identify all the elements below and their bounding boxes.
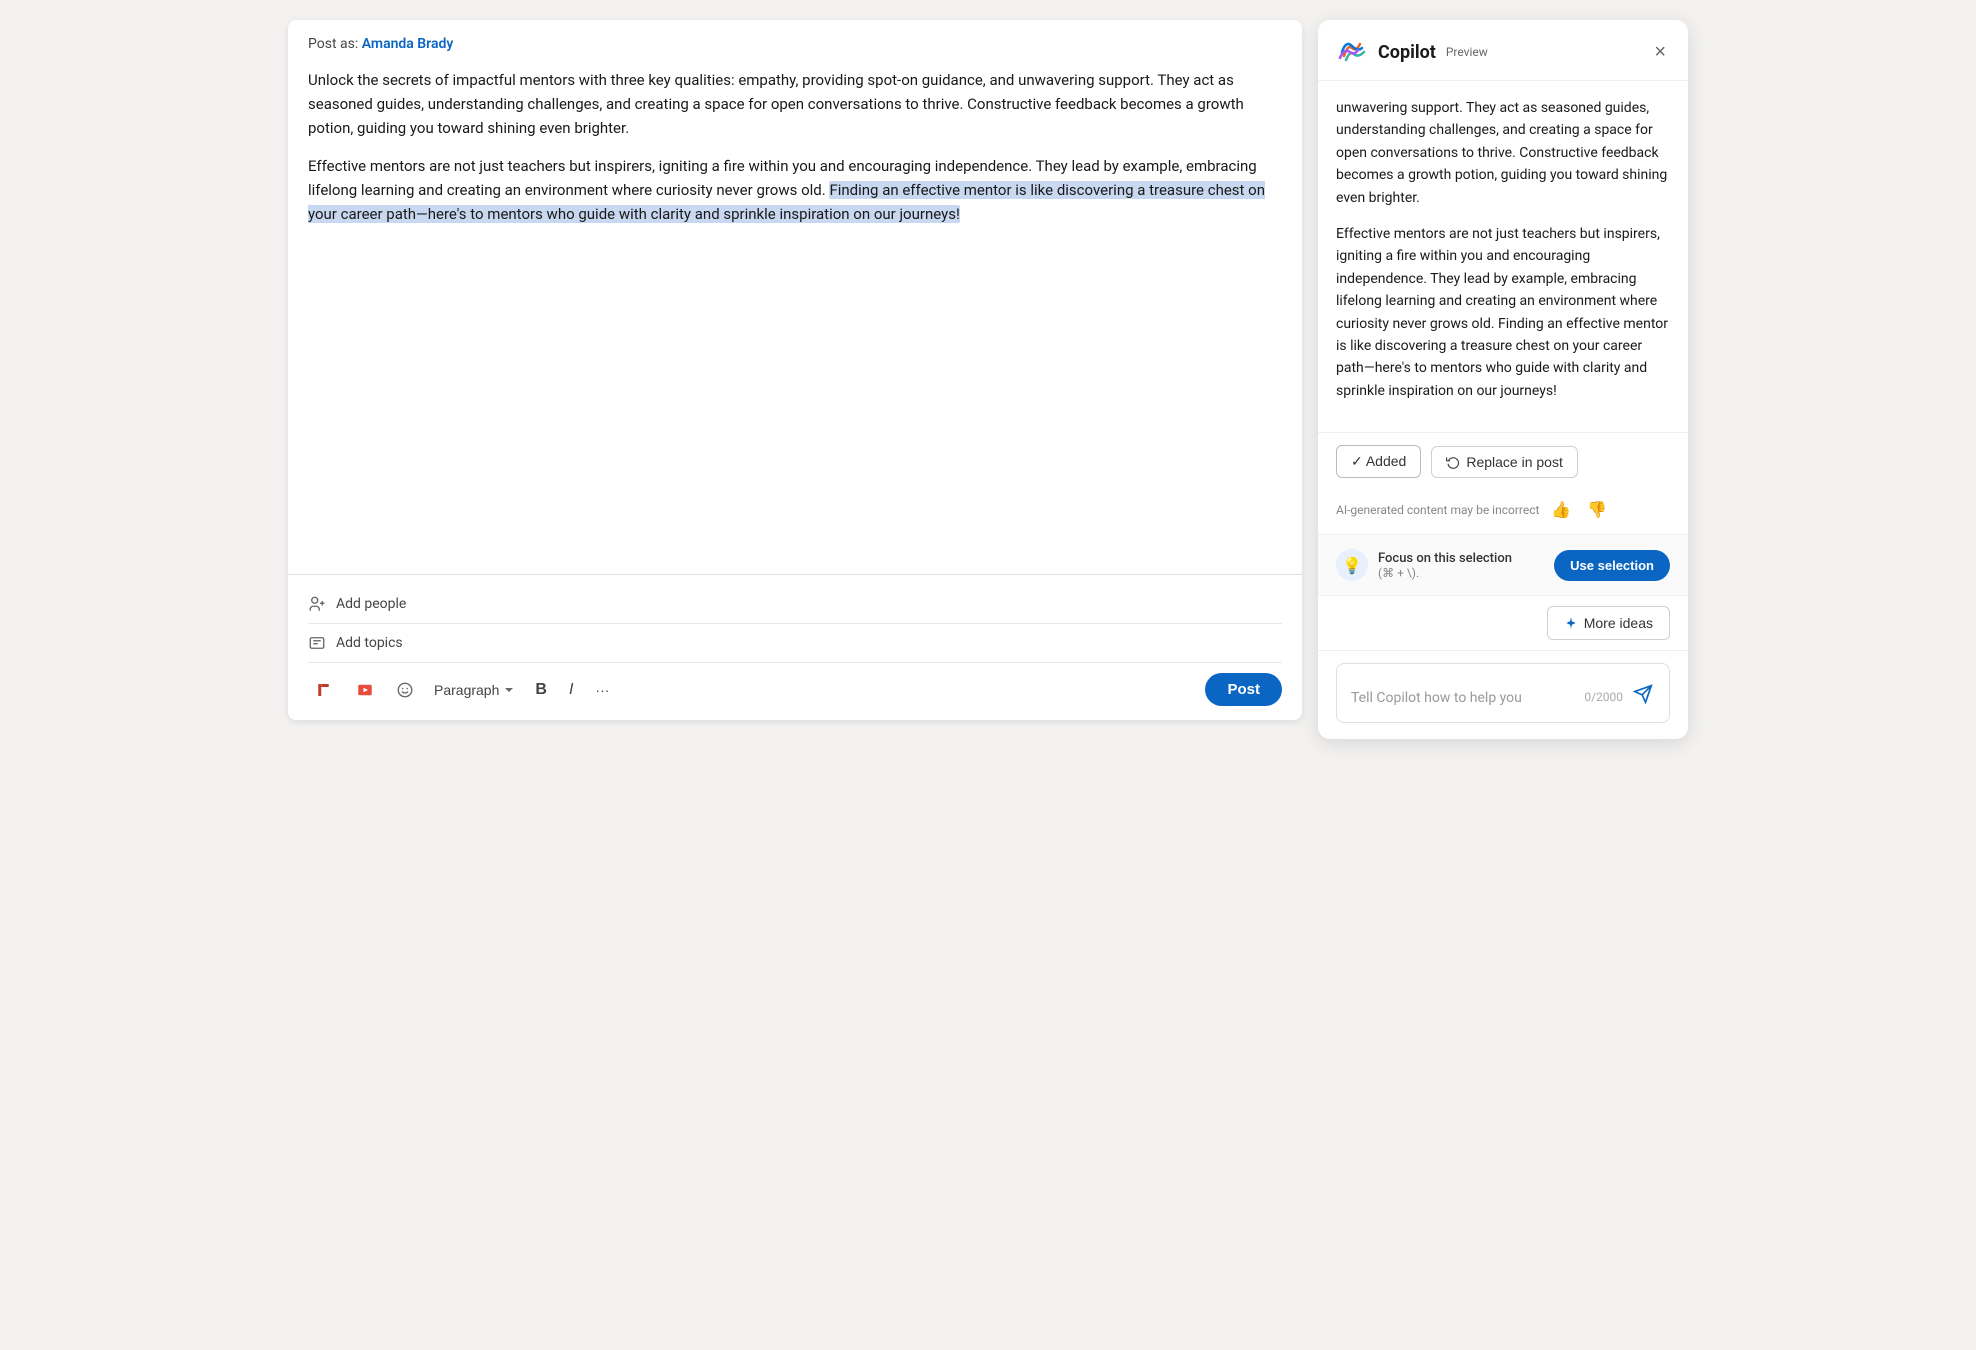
bold-button[interactable]: B (527, 675, 555, 705)
editor-panel: Post as: Amanda Brady Unlock the secrets… (288, 20, 1302, 720)
focus-shortcut: (⌘ + \). (1378, 566, 1512, 580)
editor-paragraph-2: Effective mentors are not just teachers … (308, 154, 1282, 226)
add-people-icon (308, 595, 326, 613)
more-options-button[interactable]: ··· (587, 676, 617, 704)
more-ideas-button[interactable]: More ideas (1547, 606, 1670, 640)
bulb-icon: 💡 (1336, 549, 1368, 581)
add-people-row[interactable]: Add people (308, 585, 1282, 624)
added-label: ✓ Added (1351, 453, 1406, 470)
use-selection-button[interactable]: Use selection (1554, 550, 1670, 581)
copilot-body-text2: Effective mentors are not just teachers … (1336, 223, 1670, 402)
replace-in-post-button[interactable]: Replace in post (1431, 446, 1578, 478)
add-people-label: Add people (336, 596, 406, 612)
editor-content[interactable]: Unlock the secrets of impactful mentors … (288, 60, 1302, 574)
more-label: ··· (595, 682, 609, 698)
emoji-icon[interactable] (388, 675, 422, 705)
copilot-preview-badge: Preview (1446, 45, 1488, 59)
copilot-body: unwavering support. They act as seasoned… (1318, 81, 1688, 432)
feedback-area: AI-generated content may be incorrect 👍 … (1318, 490, 1688, 534)
add-topics-row[interactable]: Add topics (308, 624, 1282, 663)
copilot-input-section: Tell Copilot how to help you 0/2000 (1318, 650, 1688, 739)
italic-label: I (569, 681, 573, 699)
send-button[interactable] (1631, 682, 1655, 712)
copilot-actions: ✓ Added Replace in post (1318, 432, 1688, 490)
focus-text-block: Focus on this selection (⌘ + \). (1378, 551, 1512, 580)
add-topics-label: Add topics (336, 635, 403, 651)
thumbs-down-button[interactable]: 👎 (1583, 498, 1611, 522)
more-ideas-section: More ideas (1318, 595, 1688, 650)
copilot-title-area: Copilot Preview (1336, 36, 1488, 68)
copilot-logo-icon (1336, 36, 1368, 68)
copilot-header: Copilot Preview × (1318, 20, 1688, 81)
post-as-bar: Post as: Amanda Brady (288, 20, 1302, 60)
add-topics-icon (308, 634, 326, 652)
copilot-input-placeholder: Tell Copilot how to help you (1351, 690, 1522, 706)
replace-label: Replace in post (1466, 454, 1563, 470)
paragraph-label: Paragraph (434, 682, 499, 698)
focus-title: Focus on this selection (1378, 551, 1512, 566)
send-icon (1633, 684, 1653, 704)
more-ideas-label: More ideas (1584, 615, 1653, 631)
copilot-title: Copilot (1378, 42, 1436, 63)
char-count: 0/2000 (1584, 690, 1623, 704)
editor-paragraph-1: Unlock the secrets of impactful mentors … (308, 68, 1282, 140)
copilot-panel: Copilot Preview × unwavering support. Th… (1318, 20, 1688, 739)
editor-footer: Add people Add topics (288, 574, 1302, 720)
copilot-body-text1: unwavering support. They act as seasoned… (1336, 97, 1670, 209)
text-style-icon[interactable] (308, 675, 342, 705)
author-link[interactable]: Amanda Brady (362, 36, 454, 52)
editor-toolbar: Paragraph B I ··· Post (308, 663, 1282, 710)
post-label: Post (1227, 681, 1260, 698)
media-icon[interactable] (348, 675, 382, 705)
feedback-disclaimer: AI-generated content may be incorrect (1336, 503, 1539, 517)
sparkle-icon (1564, 616, 1578, 630)
use-selection-label: Use selection (1570, 558, 1654, 573)
post-button[interactable]: Post (1205, 673, 1282, 706)
paragraph-style-dropdown[interactable]: Paragraph (428, 678, 521, 702)
bold-label: B (535, 681, 547, 699)
input-footer: 0/2000 (1584, 682, 1655, 712)
copilot-close-button[interactable]: × (1650, 38, 1670, 66)
thumbs-up-button[interactable]: 👍 (1547, 498, 1575, 522)
copilot-focus-section: 💡 Focus on this selection (⌘ + \). Use s… (1318, 534, 1688, 595)
added-button[interactable]: ✓ Added (1336, 445, 1421, 478)
italic-button[interactable]: I (561, 675, 581, 705)
replace-icon (1446, 455, 1460, 469)
focus-info: 💡 Focus on this selection (⌘ + \). (1336, 549, 1512, 581)
copilot-input-box[interactable]: Tell Copilot how to help you 0/2000 (1336, 663, 1670, 723)
post-as-label: Post as: (308, 36, 358, 52)
